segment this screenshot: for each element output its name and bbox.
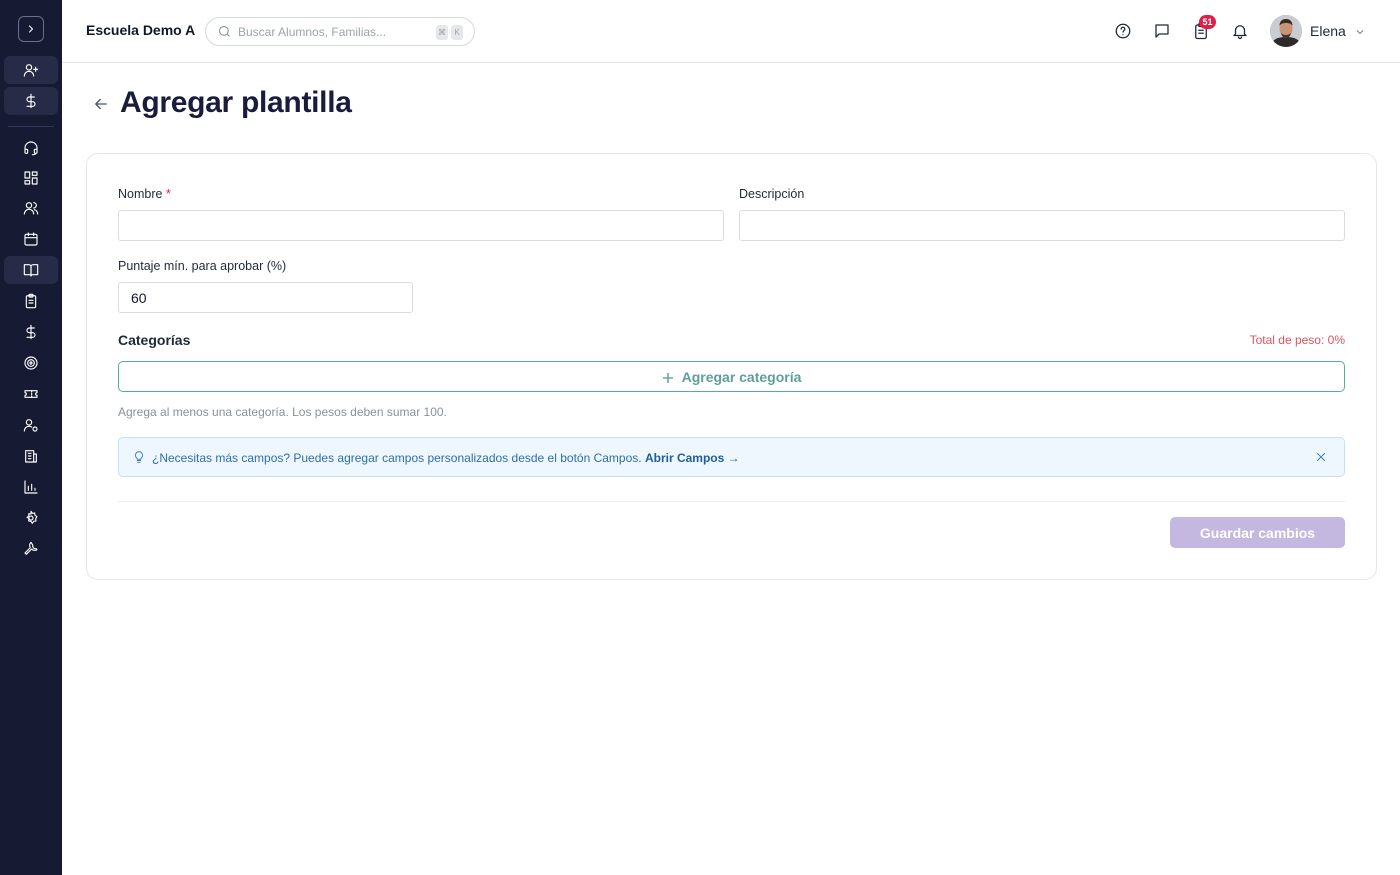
headset-icon xyxy=(24,141,38,156)
sidebar-item-user-settings[interactable] xyxy=(4,411,58,439)
description-input[interactable] xyxy=(739,210,1345,241)
name-input[interactable] xyxy=(118,210,724,241)
arrow-left-icon xyxy=(95,98,107,110)
sidebar xyxy=(0,0,62,875)
chevron-right-icon xyxy=(28,25,34,33)
description-label: Descripción xyxy=(739,187,805,201)
required-mark: * xyxy=(165,187,171,201)
categories-title: Categorías xyxy=(118,332,191,348)
sidebar-item-academics[interactable] xyxy=(4,256,58,284)
dashboard-icon xyxy=(24,171,38,185)
sidebar-item-billing[interactable] xyxy=(4,318,58,346)
lightbulb-icon xyxy=(132,450,146,464)
save-button[interactable]: Guardar cambios xyxy=(1170,517,1345,548)
search-input[interactable] xyxy=(238,23,428,41)
add-category-label: Agregar categoría xyxy=(681,368,802,385)
min-score-input[interactable] xyxy=(118,282,413,313)
categories-help-text: Agrega al menos una categoría. Los pesos… xyxy=(118,405,447,419)
sidebar-divider xyxy=(8,126,54,127)
avatar-photo xyxy=(1270,15,1302,47)
chevron-down-icon xyxy=(1356,30,1364,35)
custom-fields-tip: ¿Necesitas más campos? Puedes agregar ca… xyxy=(118,437,1345,477)
messages-button[interactable] xyxy=(1151,20,1173,42)
top-header: Escuela Demo A ⌘ K 51 Elena xyxy=(62,0,1400,63)
form-divider xyxy=(118,501,1345,502)
sidebar-item-users[interactable] xyxy=(4,194,58,222)
sidebar-item-dashboard[interactable] xyxy=(4,164,58,192)
gear-icon xyxy=(26,510,38,524)
close-icon xyxy=(1316,452,1326,462)
tip-text: ¿Necesitas más campos? Puedes agregar ca… xyxy=(152,451,642,465)
help-button[interactable] xyxy=(1112,20,1134,42)
sidebar-item-tasks[interactable] xyxy=(4,287,58,315)
min-score-label: Puntaje mín. para aprobar (%) xyxy=(118,259,287,273)
calendar-icon xyxy=(24,232,38,246)
tip-message: ¿Necesitas más campos? Puedes agregar ca… xyxy=(152,451,740,465)
open-fields-link[interactable]: Abrir Campos → xyxy=(645,451,740,465)
notifications-button[interactable] xyxy=(1229,20,1251,42)
name-label: Nombre * xyxy=(118,187,171,201)
sidebar-item-settings[interactable] xyxy=(4,504,58,532)
chat-icon xyxy=(1155,24,1169,38)
bar-chart-icon xyxy=(24,480,38,494)
plus-icon xyxy=(662,371,674,383)
building-icon xyxy=(25,450,37,463)
target-icon xyxy=(24,356,38,370)
back-button[interactable] xyxy=(92,95,110,113)
shortcut-key-cmd: ⌘ xyxy=(436,25,448,40)
page-title: Agregar plantilla xyxy=(120,86,352,119)
school-name[interactable]: Escuela Demo A xyxy=(86,22,195,38)
tasks-count-badge: 51 xyxy=(1199,15,1216,29)
bell-icon xyxy=(1233,25,1247,40)
ticket-icon xyxy=(24,390,38,398)
user-plus-icon xyxy=(23,64,39,77)
dollar-icon xyxy=(26,324,36,340)
search-bar[interactable]: ⌘ K xyxy=(205,17,475,46)
help-circle-icon xyxy=(1115,23,1131,39)
template-form-card: Nombre * Descripción Puntaje mín. para a… xyxy=(86,153,1377,580)
user-menu-chevron[interactable] xyxy=(1354,25,1366,37)
user-name[interactable]: Elena xyxy=(1310,23,1346,39)
book-open-icon xyxy=(23,264,39,277)
sidebar-item-calendar[interactable] xyxy=(4,225,58,253)
sidebar-item-tickets[interactable] xyxy=(4,380,58,408)
sidebar-item-reports[interactable] xyxy=(4,473,58,501)
shortcut-key-k: K xyxy=(451,25,463,40)
sidebar-item-add-user[interactable] xyxy=(4,56,58,84)
sidebar-item-payments[interactable] xyxy=(4,87,58,115)
wrench-icon xyxy=(24,541,38,555)
sidebar-item-buildings[interactable] xyxy=(4,442,58,470)
sidebar-item-tools[interactable] xyxy=(4,535,58,563)
total-weight-indicator: Total de peso: 0% xyxy=(1249,333,1345,347)
users-icon xyxy=(23,202,39,215)
search-icon xyxy=(217,24,232,39)
sidebar-item-goals[interactable] xyxy=(4,349,58,377)
sidebar-expand-button[interactable] xyxy=(18,16,44,42)
sidebar-item-support[interactable] xyxy=(4,134,58,162)
dismiss-tip-button[interactable] xyxy=(1314,450,1328,464)
user-settings-icon xyxy=(23,419,38,432)
dollar-icon xyxy=(26,93,36,109)
user-avatar[interactable] xyxy=(1270,15,1302,47)
clipboard-icon xyxy=(25,293,37,309)
name-label-text: Nombre xyxy=(118,187,163,201)
add-category-button[interactable]: Agregar categoría xyxy=(118,361,1345,392)
